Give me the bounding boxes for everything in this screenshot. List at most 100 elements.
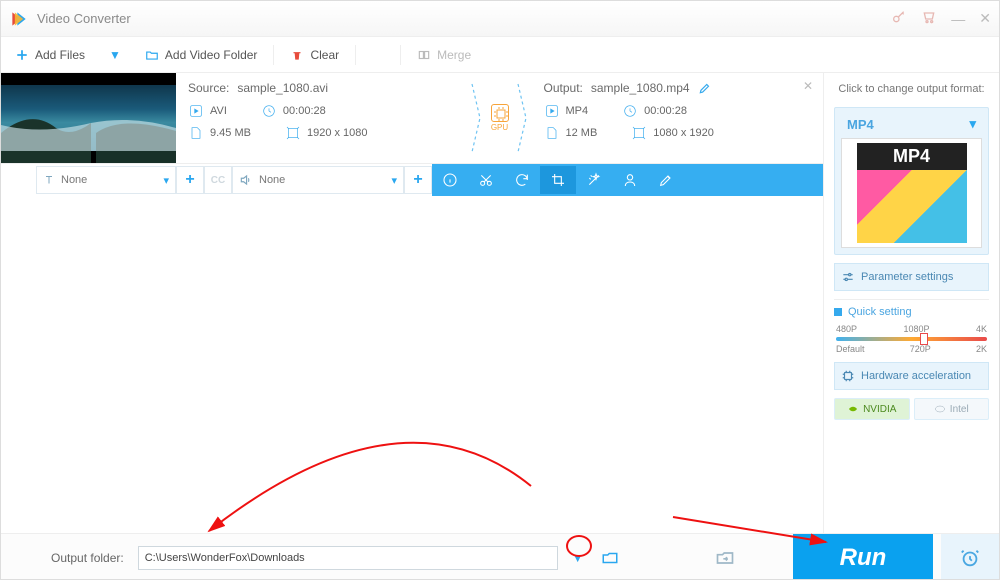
quality-label: 480P: [836, 324, 857, 334]
merge-icon: [417, 48, 431, 62]
clock-icon: [622, 103, 638, 119]
add-files-label: Add Files: [35, 48, 85, 62]
remove-card-icon[interactable]: ✕: [803, 79, 813, 93]
subtitle-add-button[interactable]: +: [176, 166, 204, 194]
quality-label: 720P: [910, 344, 931, 354]
source-format: AVI: [210, 105, 227, 117]
gpu-badge: GPU: [486, 73, 514, 163]
audio-value: None: [259, 174, 285, 186]
add-folder-button[interactable]: Add Video Folder: [131, 37, 272, 72]
hardware-accel-label: Hardware acceleration: [861, 370, 971, 382]
quality-label: 2K: [976, 344, 987, 354]
run-button[interactable]: Run: [793, 534, 933, 580]
cart-icon[interactable]: [921, 9, 937, 28]
clear-label: Clear: [310, 48, 339, 62]
key-icon[interactable]: [891, 9, 907, 28]
format-icon: [188, 103, 204, 119]
edit-icon[interactable]: [698, 81, 712, 95]
quick-setting-title: Quick setting: [848, 306, 912, 318]
file-icon: [188, 125, 204, 141]
source-info: Source: sample_1080.avi AVI 00:00:28 9.4…: [176, 73, 468, 163]
cc-button[interactable]: CC: [204, 166, 232, 194]
output-size: 12 MB: [566, 127, 598, 139]
resolution-icon: [631, 125, 647, 141]
add-files-dropdown[interactable]: ▼: [99, 48, 131, 62]
output-info: Output: sample_1080.mp4 MP4 00:00:28 12 …: [532, 73, 824, 163]
text-icon: [43, 174, 55, 186]
subtitle-value: None: [61, 174, 87, 186]
quality-label: Default: [836, 344, 865, 354]
nvidia-label: NVIDIA: [863, 404, 896, 415]
file-icon: [544, 125, 560, 141]
annotation-circle: [566, 535, 592, 557]
close-icon[interactable]: ✕: [979, 10, 991, 27]
app-title: Video Converter: [37, 11, 891, 26]
alarm-icon: [959, 547, 981, 569]
merge-button[interactable]: Merge: [403, 37, 485, 72]
browse-folder-button[interactable]: [598, 546, 622, 570]
edit-toolstrip: [432, 164, 823, 196]
trash-icon: [290, 48, 304, 62]
format-caret-icon: ▾: [969, 116, 976, 132]
intel-label: Intel: [950, 404, 969, 415]
intel-icon: [934, 403, 946, 415]
format-tile-label: MP4: [857, 143, 967, 170]
output-label: Output:: [544, 81, 583, 95]
plus-icon: [15, 48, 29, 62]
source-label: Source:: [188, 81, 229, 95]
clear-button[interactable]: Clear: [276, 37, 353, 72]
folder-arrow-icon: [715, 548, 735, 568]
minimize-icon[interactable]: —: [951, 11, 965, 27]
nvidia-icon: [847, 403, 859, 415]
format-selector[interactable]: MP4 ▾ MP4: [834, 107, 989, 255]
crop-tool[interactable]: [540, 166, 576, 194]
run-label: Run: [840, 544, 887, 572]
video-thumbnail[interactable]: [1, 73, 176, 163]
output-format: MP4: [566, 105, 589, 117]
intel-badge[interactable]: Intel: [914, 398, 990, 420]
nvidia-badge[interactable]: NVIDIA: [834, 398, 910, 420]
app-logo-icon: [9, 9, 29, 29]
info-tool[interactable]: [432, 166, 468, 194]
rotate-tool[interactable]: [504, 166, 540, 194]
clock-icon: [261, 103, 277, 119]
source-resolution: 1920 x 1080: [307, 127, 368, 139]
output-duration: 00:00:28: [644, 105, 687, 117]
draw-tool[interactable]: [648, 166, 684, 194]
effects-tool[interactable]: [576, 166, 612, 194]
bottom-bar: Output folder: ▼ Run: [1, 533, 999, 580]
quick-setting-section: Quick setting 480P 1080P 4K Default 720P…: [834, 299, 989, 354]
output-filename: sample_1080.mp4: [591, 81, 690, 95]
add-folder-label: Add Video Folder: [165, 48, 258, 62]
add-files-button[interactable]: Add Files: [1, 37, 99, 72]
speaker-icon: [239, 173, 253, 187]
open-output-button[interactable]: [713, 546, 737, 570]
cut-tool[interactable]: [468, 166, 504, 194]
folder-plus-icon: [145, 48, 159, 62]
output-folder-input[interactable]: [138, 546, 558, 570]
sliders-icon: [841, 270, 855, 284]
hardware-accel-button[interactable]: Hardware acceleration: [834, 362, 989, 390]
format-icon: [544, 103, 560, 119]
source-duration: 00:00:28: [283, 105, 326, 117]
watermark-tool[interactable]: [612, 166, 648, 194]
quality-label: 4K: [976, 324, 987, 334]
output-folder-label: Output folder:: [51, 551, 124, 565]
schedule-button[interactable]: [941, 534, 999, 580]
parameter-settings-button[interactable]: Parameter settings: [834, 263, 989, 291]
format-thumbnail: MP4: [841, 138, 982, 248]
gpu-label: GPU: [491, 123, 508, 132]
folder-open-icon: [601, 549, 619, 567]
audio-select[interactable]: None ▾: [232, 166, 404, 194]
file-card: Source: sample_1080.avi AVI 00:00:28 9.4…: [1, 73, 823, 164]
audio-add-button[interactable]: +: [404, 166, 432, 194]
arrow-divider-icon: [514, 73, 532, 163]
subtitle-select[interactable]: None ▾: [36, 166, 176, 194]
chip-icon: [841, 369, 855, 383]
output-format-panel: Click to change output format: MP4 ▾ MP4…: [823, 73, 999, 533]
resolution-icon: [285, 125, 301, 141]
output-resolution: 1080 x 1920: [653, 127, 714, 139]
quality-slider[interactable]: 480P 1080P 4K Default 720P 2K: [834, 324, 989, 354]
merge-label: Merge: [437, 48, 471, 62]
card-controls: None ▾ + CC None ▾ +: [1, 164, 823, 196]
